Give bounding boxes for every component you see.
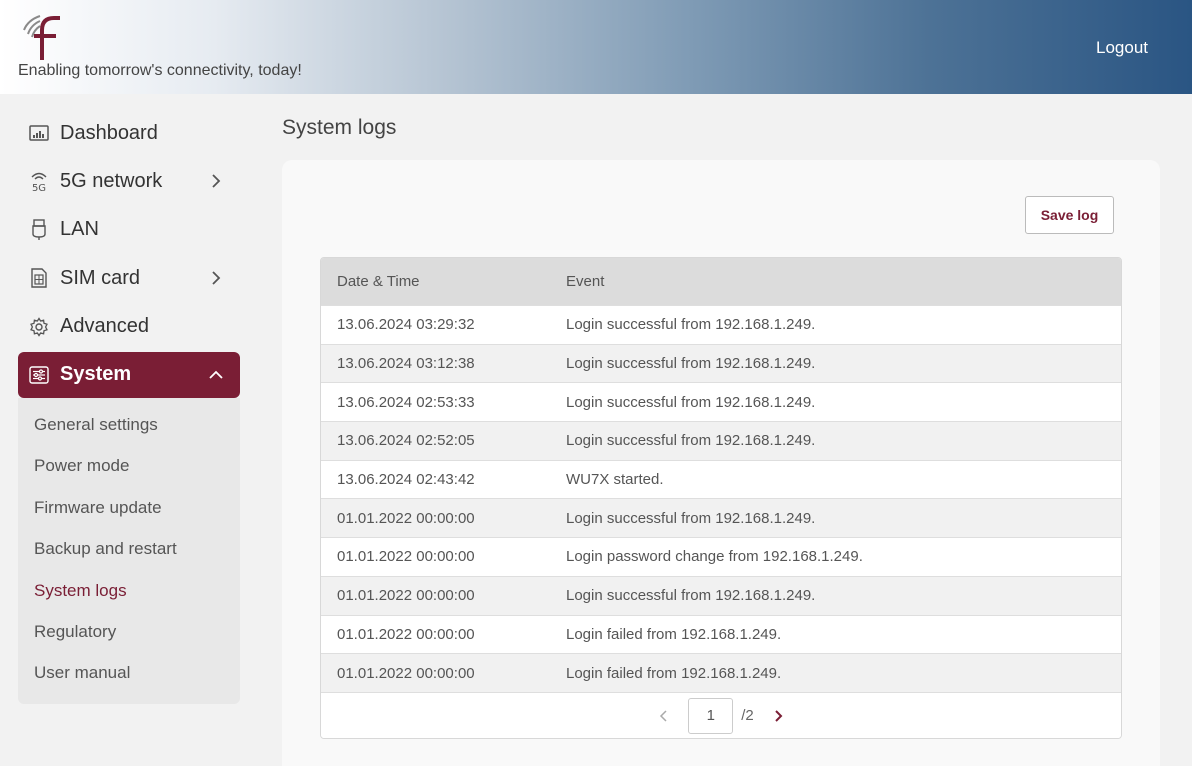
cell-date-time: 01.01.2022 00:00:00 — [337, 548, 475, 566]
sidebar-item-lan[interactable]: LAN — [18, 207, 240, 253]
subnav-regulatory[interactable]: Regulatory — [18, 611, 240, 652]
logout-link[interactable]: Logout — [1096, 38, 1148, 58]
cell-event: Login successful from 192.168.1.249. — [566, 509, 816, 527]
subnav-general-settings[interactable]: General settings — [18, 404, 240, 445]
gear-icon — [28, 316, 50, 338]
column-header-event: Event — [566, 273, 605, 290]
cell-event: Login successful from 192.168.1.249. — [566, 393, 816, 411]
table-row: 01.01.2022 00:00:00 Login password change… — [321, 537, 1121, 576]
sidebar-item-label: SIM card — [60, 266, 141, 289]
cell-date-time: 13.06.2024 03:12:38 — [337, 355, 475, 373]
sliders-icon — [28, 364, 50, 386]
company-logo — [23, 15, 60, 60]
cell-date-time: 13.06.2024 02:43:42 — [337, 471, 475, 489]
chevron-right-icon — [212, 271, 221, 285]
logs-table: Date & Time Event 13.06.2024 03:29:32 Log… — [320, 257, 1122, 739]
sidebar-item-label: 5G network — [60, 169, 163, 192]
cell-date-time: 01.01.2022 00:00:00 — [337, 664, 475, 682]
sidebar-item-label: System — [60, 363, 132, 386]
cell-date-time: 01.01.2022 00:00:00 — [337, 587, 475, 605]
column-header-date-time: Date & Time — [337, 273, 420, 290]
sidebar-item-system[interactable]: System — [18, 351, 240, 398]
table-row: 13.06.2024 03:29:32 Login successful from… — [321, 305, 1121, 344]
sidebar-item-dashboard[interactable]: Dashboard — [18, 110, 240, 156]
table-row: 13.06.2024 03:12:38 Login successful from… — [321, 343, 1121, 383]
cell-event: WU7X started. — [566, 471, 664, 489]
subnav-system-logs[interactable]: System logs — [18, 570, 240, 611]
sidebar-item-label: LAN — [60, 218, 99, 241]
cell-event: Login failed from 192.168.1.249. — [566, 664, 782, 682]
cell-event: Login failed from 192.168.1.249. — [566, 625, 782, 643]
subnav-backup-and-restart[interactable]: Backup and restart — [18, 529, 240, 570]
5g-icon: 5G — [28, 170, 50, 192]
cell-date-time: 13.06.2024 02:52:05 — [337, 432, 475, 450]
table-row: 01.01.2022 00:00:00 Login failed from 192… — [321, 614, 1121, 654]
page-total: /2 — [741, 707, 754, 725]
next-page-button[interactable] — [768, 706, 788, 726]
sidebar: Dashboard 5G 5G network LAN SIM card Adv… — [18, 110, 240, 705]
cell-event: Login password change from 192.168.1.249… — [566, 548, 863, 566]
pagination: /2 — [321, 691, 1121, 738]
cell-event: Login successful from 192.168.1.249. — [566, 432, 816, 450]
table-row: 13.06.2024 02:53:33 Login successful from… — [321, 382, 1121, 422]
chevron-up-icon — [209, 370, 223, 379]
chevron-right-icon — [775, 710, 783, 722]
sidebar-item-advanced[interactable]: Advanced — [18, 304, 240, 350]
subnav-firmware-update[interactable]: Firmware update — [18, 487, 240, 528]
subnav-user-manual[interactable]: User manual — [18, 653, 240, 694]
cell-date-time: 13.06.2024 03:29:32 — [337, 316, 475, 334]
table-row: 13.06.2024 02:43:42 WU7X started. — [321, 459, 1121, 499]
table-row: 01.01.2022 00:00:00 Login successful from… — [321, 575, 1121, 615]
top-header: Enabling tomorrow's connectivity, today!… — [0, 0, 1192, 94]
sim-card-icon — [28, 267, 50, 289]
cell-event: Login successful from 192.168.1.249. — [566, 316, 816, 334]
table-body: 13.06.2024 03:29:32 Login successful from… — [321, 305, 1121, 692]
sidebar-item-label: Advanced — [60, 315, 149, 338]
tagline: Enabling tomorrow's connectivity, today! — [18, 62, 302, 79]
cell-event: Login successful from 192.168.1.249. — [566, 355, 816, 373]
table-row: 13.06.2024 02:52:05 Login successful from… — [321, 421, 1121, 460]
cell-date-time: 13.06.2024 02:53:33 — [337, 393, 475, 411]
cell-date-time: 01.01.2022 00:00:00 — [337, 509, 475, 527]
chevron-right-icon — [212, 174, 221, 189]
table-row: 01.01.2022 00:00:00 Login successful from… — [321, 498, 1121, 538]
save-log-button[interactable]: Save log — [1025, 196, 1114, 234]
table-header: Date & Time Event — [321, 258, 1121, 305]
system-subnav: General settings Power mode Firmware upd… — [18, 398, 240, 705]
chevron-left-icon — [660, 710, 667, 722]
previous-page-button[interactable] — [654, 706, 674, 726]
cell-date-time: 01.01.2022 00:00:00 — [337, 625, 475, 643]
sidebar-item-sim-card[interactable]: SIM card — [18, 255, 240, 301]
table-row: 01.01.2022 00:00:00 Login failed from 192… — [321, 653, 1121, 692]
svg-text:5G: 5G — [32, 183, 46, 192]
subnav-power-mode[interactable]: Power mode — [18, 446, 240, 487]
sidebar-item-label: Dashboard — [60, 121, 158, 144]
dashboard-icon — [28, 122, 50, 144]
page-title: System logs — [282, 116, 397, 139]
cell-event: Login successful from 192.168.1.249. — [566, 587, 816, 605]
ethernet-plug-icon — [28, 219, 50, 241]
sidebar-item-5g-network[interactable]: 5G 5G network — [18, 158, 240, 204]
page-number-input[interactable] — [688, 697, 734, 734]
